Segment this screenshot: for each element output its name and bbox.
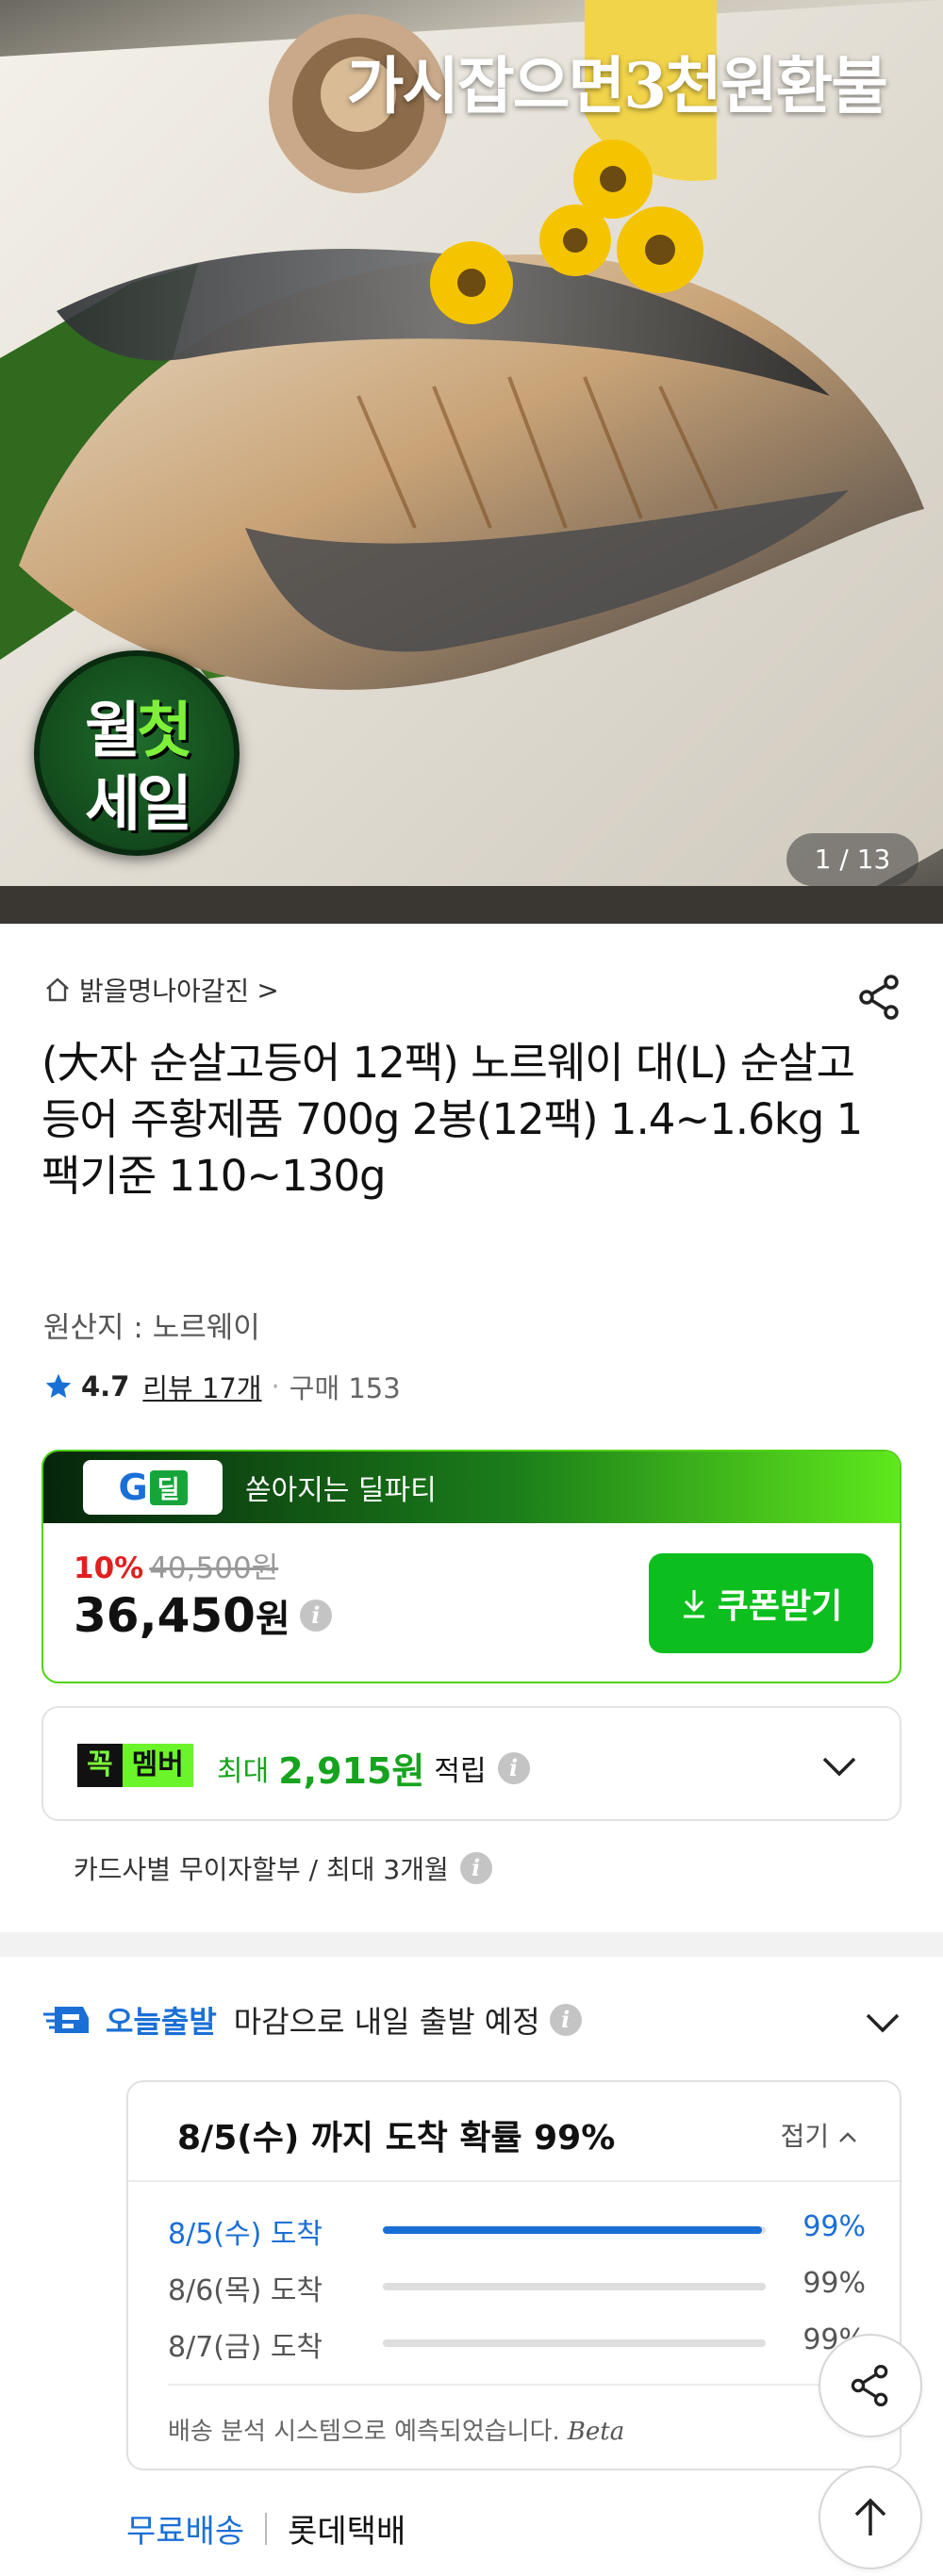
info-icon[interactable]: i bbox=[497, 1751, 530, 1784]
shipping-footer: 무료배송 롯데택배 bbox=[126, 2505, 405, 2551]
home-icon bbox=[46, 977, 69, 1002]
currency-label: 원 bbox=[255, 1598, 290, 1641]
eta-row-pct: 99% bbox=[802, 2210, 866, 2243]
eta-row-pct: 99% bbox=[802, 2267, 866, 2300]
scroll-top-button[interactable] bbox=[819, 2466, 922, 2569]
footer-divider bbox=[265, 2512, 268, 2545]
eta-bar-fill bbox=[383, 2283, 762, 2290]
eta-row: 8/5(수) 도착 99% bbox=[168, 2210, 866, 2251]
fold-label: 접기 bbox=[780, 2121, 830, 2152]
original-price: 40,500원 bbox=[149, 1551, 279, 1585]
member-reward-text: 최대 2,915원 적립 i bbox=[217, 1742, 530, 1794]
store-name: 밝을명나아갈진 bbox=[79, 976, 250, 1007]
eta-row-label: 8/5(수) 도착 bbox=[168, 2218, 323, 2251]
rating-score: 4.7 bbox=[81, 1370, 130, 1403]
eta-note-text: 배송 분석 시스템으로 예측되었습니다. bbox=[168, 2418, 560, 2446]
info-icon[interactable]: i bbox=[549, 2004, 582, 2036]
eta-bar bbox=[383, 2226, 766, 2234]
gdeal-logo: G딜 bbox=[83, 1460, 223, 1515]
reward-amount: 2,915원 bbox=[278, 1750, 425, 1792]
image-watermark: 가시잡으면3천원환불 bbox=[346, 49, 888, 123]
product-image[interactable]: 가시잡으면3천원환불 월첫 세일 1 / 13 bbox=[0, 0, 943, 924]
deal-box: G딜 쏟아지는 딜파티 10% 40,500원 36,450 원 i 쿠폰받기 bbox=[41, 1450, 902, 1683]
share-icon bbox=[859, 975, 899, 1020]
reward-prefix: 최대 bbox=[217, 1754, 270, 1788]
deal-banner: G딜 쏟아지는 딜파티 bbox=[43, 1452, 900, 1523]
product-origin: 원산지 : 노르웨이 bbox=[43, 1311, 260, 1345]
chevron-down-icon[interactable] bbox=[819, 1746, 860, 1787]
download-icon bbox=[683, 1590, 704, 1618]
eta-note: 배송 분석 시스템으로 예측되었습니다. Beta bbox=[168, 2412, 624, 2447]
store-breadcrumb[interactable]: 밝을명나아갈진 > bbox=[43, 971, 279, 1009]
coupon-button-label: 쿠폰받기 bbox=[717, 1587, 843, 1626]
deal-banner-text: 쏟아지는 딜파티 bbox=[245, 1474, 437, 1507]
info-icon[interactable]: i bbox=[299, 1600, 332, 1632]
beta-label: Beta bbox=[567, 2418, 625, 2446]
eta-bar-fill bbox=[383, 2226, 762, 2234]
eta-row-label: 8/6(목) 도착 bbox=[168, 2274, 323, 2307]
gdeal-logo-g: G bbox=[118, 1467, 148, 1508]
carrier-name: 롯데택배 bbox=[288, 2513, 406, 2551]
member-badge-k: 꼭 bbox=[77, 1744, 123, 1787]
member-badge-m: 멤버 bbox=[122, 1744, 193, 1787]
coupon-button[interactable]: 쿠폰받기 bbox=[649, 1553, 873, 1653]
purchase-count: 구매 153 bbox=[289, 1372, 401, 1404]
free-shipping-label: 무료배송 bbox=[126, 2513, 245, 2551]
share-button[interactable] bbox=[853, 971, 906, 1024]
eta-row: 8/7(금) 도착 99% bbox=[168, 2323, 866, 2364]
eta-bar bbox=[383, 2339, 766, 2347]
star-icon bbox=[45, 1373, 72, 1398]
sale-price: 36,450 bbox=[74, 1588, 256, 1643]
rating-row: 4.7 리뷰 17개 · 구매 153 bbox=[43, 1367, 401, 1406]
eta-separator bbox=[128, 2180, 900, 2182]
price-area: 10% 40,500원 36,450 원 i bbox=[74, 1544, 332, 1643]
arrow-up-icon bbox=[854, 2498, 886, 2535]
today-ship-label: 오늘출발 bbox=[106, 2004, 217, 2040]
truck-icon bbox=[43, 2007, 89, 2033]
chevron-down-icon[interactable] bbox=[862, 2002, 903, 2043]
eta-heading: 8/5(수) 까지 도착 확률 99% bbox=[177, 2119, 616, 2158]
delivery-eta-box: 8/5(수) 까지 도착 확률 99% 접기 8/5(수) 도착 99% 8/6… bbox=[126, 2080, 902, 2470]
badge-text-3: 세일 bbox=[85, 770, 192, 840]
member-reward-box[interactable]: 꼭 멤버 최대 2,915원 적립 i bbox=[41, 1706, 902, 1821]
shipping-row: 오늘출발 마감으로 내일 출발 예정 i bbox=[41, 1998, 582, 2042]
product-title: (大자 순살고등어 12팩) 노르웨이 대(L) 순살고등어 주황제품 700g… bbox=[41, 1038, 863, 1201]
eta-bar bbox=[383, 2283, 766, 2290]
member-badge: 꼭 멤버 bbox=[77, 1744, 193, 1787]
eta-separator bbox=[168, 2384, 866, 2386]
eta-row-label: 8/7(금) 도착 bbox=[168, 2331, 323, 2364]
review-link[interactable]: 리뷰 17개 bbox=[142, 1367, 261, 1406]
sale-badge: 월첫 세일 bbox=[34, 650, 240, 856]
installment-text: 카드사별 무이자할부 / 최대 3개월 bbox=[74, 1854, 449, 1885]
info-icon[interactable]: i bbox=[459, 1852, 492, 1884]
installment-info: 카드사별 무이자할부 / 최대 3개월 i bbox=[74, 1849, 492, 1887]
floating-share-button[interactable] bbox=[819, 2334, 922, 2437]
separator-dot: · bbox=[271, 1370, 280, 1403]
fold-button[interactable]: 접기 bbox=[781, 2116, 858, 2154]
eta-bar-fill bbox=[383, 2339, 762, 2347]
chevron-right-icon: > bbox=[256, 974, 279, 1006]
chevron-up-icon bbox=[839, 2132, 856, 2142]
share-icon bbox=[851, 2364, 888, 2407]
eta-row: 8/6(목) 도착 99% bbox=[168, 2267, 866, 2307]
ship-description: 마감으로 내일 출발 예정 bbox=[233, 2004, 540, 2040]
reward-suffix: 적립 bbox=[434, 1754, 487, 1788]
section-divider bbox=[0, 1932, 943, 1957]
gdeal-logo-d: 딜 bbox=[149, 1469, 188, 1505]
image-counter: 1 / 13 bbox=[786, 833, 918, 886]
discount-rate: 10% bbox=[74, 1551, 144, 1585]
